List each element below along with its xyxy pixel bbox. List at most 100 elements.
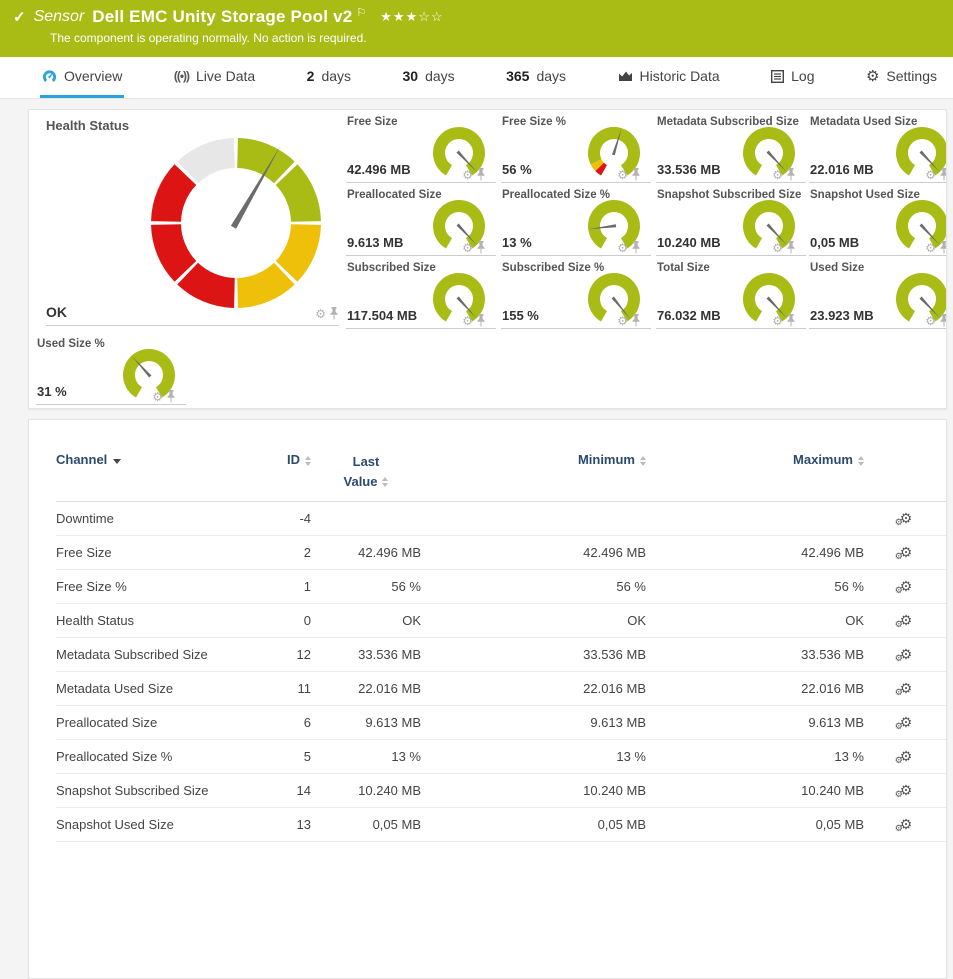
gear-icon[interactable]: ⚙: [617, 169, 628, 181]
star-empty-icon[interactable]: ☆: [431, 9, 444, 24]
gauge-cell-free-size: Free Size42.496 MB⚙: [346, 116, 496, 183]
column-header-maximum[interactable]: Maximum: [646, 448, 864, 502]
channel-maximum: [646, 502, 864, 536]
pin-icon[interactable]: [786, 241, 796, 254]
gauge-cell-used-size: Used Size23.923 MB⚙: [809, 262, 947, 329]
channel-minimum: 0,05 MB: [421, 808, 646, 842]
channel-settings-icon[interactable]: ⚙⚙: [900, 647, 913, 661]
tab-label: Live Data: [196, 68, 255, 84]
priority-flag-icon[interactable]: ⚐: [356, 6, 366, 19]
channel-settings-icon[interactable]: ⚙⚙: [900, 613, 913, 627]
tab-overview[interactable]: Overview: [40, 57, 124, 98]
channel-name: Snapshot Used Size: [56, 808, 268, 842]
gear-icon[interactable]: ⚙: [925, 242, 936, 254]
gauge-value: 76.032 MB: [657, 308, 721, 323]
tab-number: 2: [307, 68, 315, 84]
column-header-id[interactable]: ID: [268, 448, 311, 502]
gear-icon[interactable]: ⚙: [617, 315, 628, 327]
live-data-icon: ((•)): [174, 69, 189, 83]
gear-icon[interactable]: ⚙: [315, 308, 326, 320]
gear-icon[interactable]: ⚙: [462, 242, 473, 254]
gauge-cell-preallocated-size-: Preallocated Size %13 %⚙: [501, 189, 651, 256]
channel-name: Free Size %: [56, 570, 268, 604]
gauge-cell-snapshot-subscribed-size: Snapshot Subscribed Size10.240 MB⚙: [656, 189, 806, 256]
log-icon: [771, 70, 784, 83]
channel-settings-icon[interactable]: ⚙⚙: [900, 715, 913, 729]
sort-icon: [382, 477, 388, 487]
status-check-icon: ✓: [13, 8, 26, 26]
gauge-value: 22.016 MB: [810, 162, 874, 177]
health-status-gauge: [141, 128, 331, 323]
pin-icon[interactable]: [939, 168, 947, 181]
pin-icon[interactable]: [329, 307, 339, 320]
tab-historic-data[interactable]: Historic Data: [616, 57, 722, 98]
gauge-value: 42.496 MB: [347, 162, 411, 177]
column-header-last-value[interactable]: LastValue: [311, 448, 421, 502]
channel-settings-icon[interactable]: ⚙⚙: [900, 681, 913, 695]
gear-icon[interactable]: ⚙: [152, 391, 163, 403]
channel-settings-icon[interactable]: ⚙⚙: [900, 783, 913, 797]
tab-log[interactable]: Log: [769, 57, 816, 98]
channel-maximum: 10.240 MB: [646, 774, 864, 808]
channel-settings-icon[interactable]: ⚙⚙: [900, 817, 913, 831]
channel-last-value: 0,05 MB: [311, 808, 421, 842]
pin-icon[interactable]: [476, 241, 486, 254]
tab-settings[interactable]: ⚙Settings: [864, 57, 939, 98]
star-filled-icon[interactable]: ★: [393, 9, 406, 24]
gear-icon[interactable]: ⚙: [925, 315, 936, 327]
gear-icon[interactable]: ⚙: [772, 169, 783, 181]
channel-maximum: OK: [646, 604, 864, 638]
gauge-value: 10.240 MB: [657, 235, 721, 250]
gear-icon[interactable]: ⚙: [772, 242, 783, 254]
tab-days[interactable]: 2days: [305, 57, 353, 98]
table-row: Free Size %156 %56 %56 %⚙⚙: [56, 570, 947, 604]
gauge-cell-subscribed-size: Subscribed Size117.504 MB⚙: [346, 262, 496, 329]
pin-icon[interactable]: [631, 168, 641, 181]
star-empty-icon[interactable]: ☆: [418, 9, 431, 24]
channel-settings-icon[interactable]: ⚙⚙: [900, 749, 913, 763]
channel-minimum: 13 %: [421, 740, 646, 774]
pin-icon[interactable]: [939, 241, 947, 254]
pin-icon[interactable]: [476, 314, 486, 327]
sensor-status-banner: ✓ Sensor Dell EMC Unity Storage Pool v2 …: [0, 0, 953, 57]
gauge-label: Free Size %: [502, 116, 566, 128]
channel-minimum: 22.016 MB: [421, 672, 646, 706]
channel-settings-icon[interactable]: ⚙⚙: [900, 579, 913, 593]
star-filled-icon[interactable]: ★: [406, 9, 419, 24]
channel-id: 0: [268, 604, 311, 638]
gauge-value: 56 %: [502, 162, 532, 177]
tab-live-data[interactable]: ((•)) Live Data: [172, 57, 257, 98]
channel-settings-icon[interactable]: ⚙⚙: [900, 511, 913, 525]
pin-icon[interactable]: [939, 314, 947, 327]
gear-icon[interactable]: ⚙: [462, 315, 473, 327]
channel-table: ChannelIDLastValueMinimumMaximum Downtim…: [56, 448, 947, 842]
pin-icon[interactable]: [166, 390, 176, 403]
pin-icon[interactable]: [631, 314, 641, 327]
column-header-channel[interactable]: Channel: [56, 448, 268, 502]
pin-icon[interactable]: [631, 241, 641, 254]
gauge-icon: [42, 69, 57, 84]
health-status-label: Health Status: [46, 118, 129, 133]
pin-icon[interactable]: [476, 168, 486, 181]
channel-name: Preallocated Size %: [56, 740, 268, 774]
gear-icon[interactable]: ⚙: [462, 169, 473, 181]
table-row: Preallocated Size69.613 MB9.613 MB9.613 …: [56, 706, 947, 740]
priority-stars[interactable]: ★★★☆☆: [380, 9, 443, 25]
gear-icon[interactable]: ⚙: [925, 169, 936, 181]
column-header-minimum[interactable]: Minimum: [421, 448, 646, 502]
pin-icon[interactable]: [786, 314, 796, 327]
channel-id: 6: [268, 706, 311, 740]
table-row: Metadata Used Size1122.016 MB22.016 MB22…: [56, 672, 947, 706]
gauge-cell-used-size-: Used Size %31 %⚙: [36, 338, 186, 405]
table-row: Free Size242.496 MB42.496 MB42.496 MB⚙⚙: [56, 536, 947, 570]
tab-days[interactable]: 365days: [504, 57, 568, 98]
pin-icon[interactable]: [786, 168, 796, 181]
gear-icon[interactable]: ⚙: [617, 242, 628, 254]
tab-days[interactable]: 30days: [400, 57, 456, 98]
gauge-value: 117.504 MB: [347, 308, 417, 323]
tab-label: Log: [791, 68, 814, 84]
channel-settings-icon[interactable]: ⚙⚙: [900, 545, 913, 559]
gauge-value: 9.613 MB: [347, 235, 403, 250]
star-filled-icon[interactable]: ★: [380, 9, 393, 24]
gear-icon[interactable]: ⚙: [772, 315, 783, 327]
